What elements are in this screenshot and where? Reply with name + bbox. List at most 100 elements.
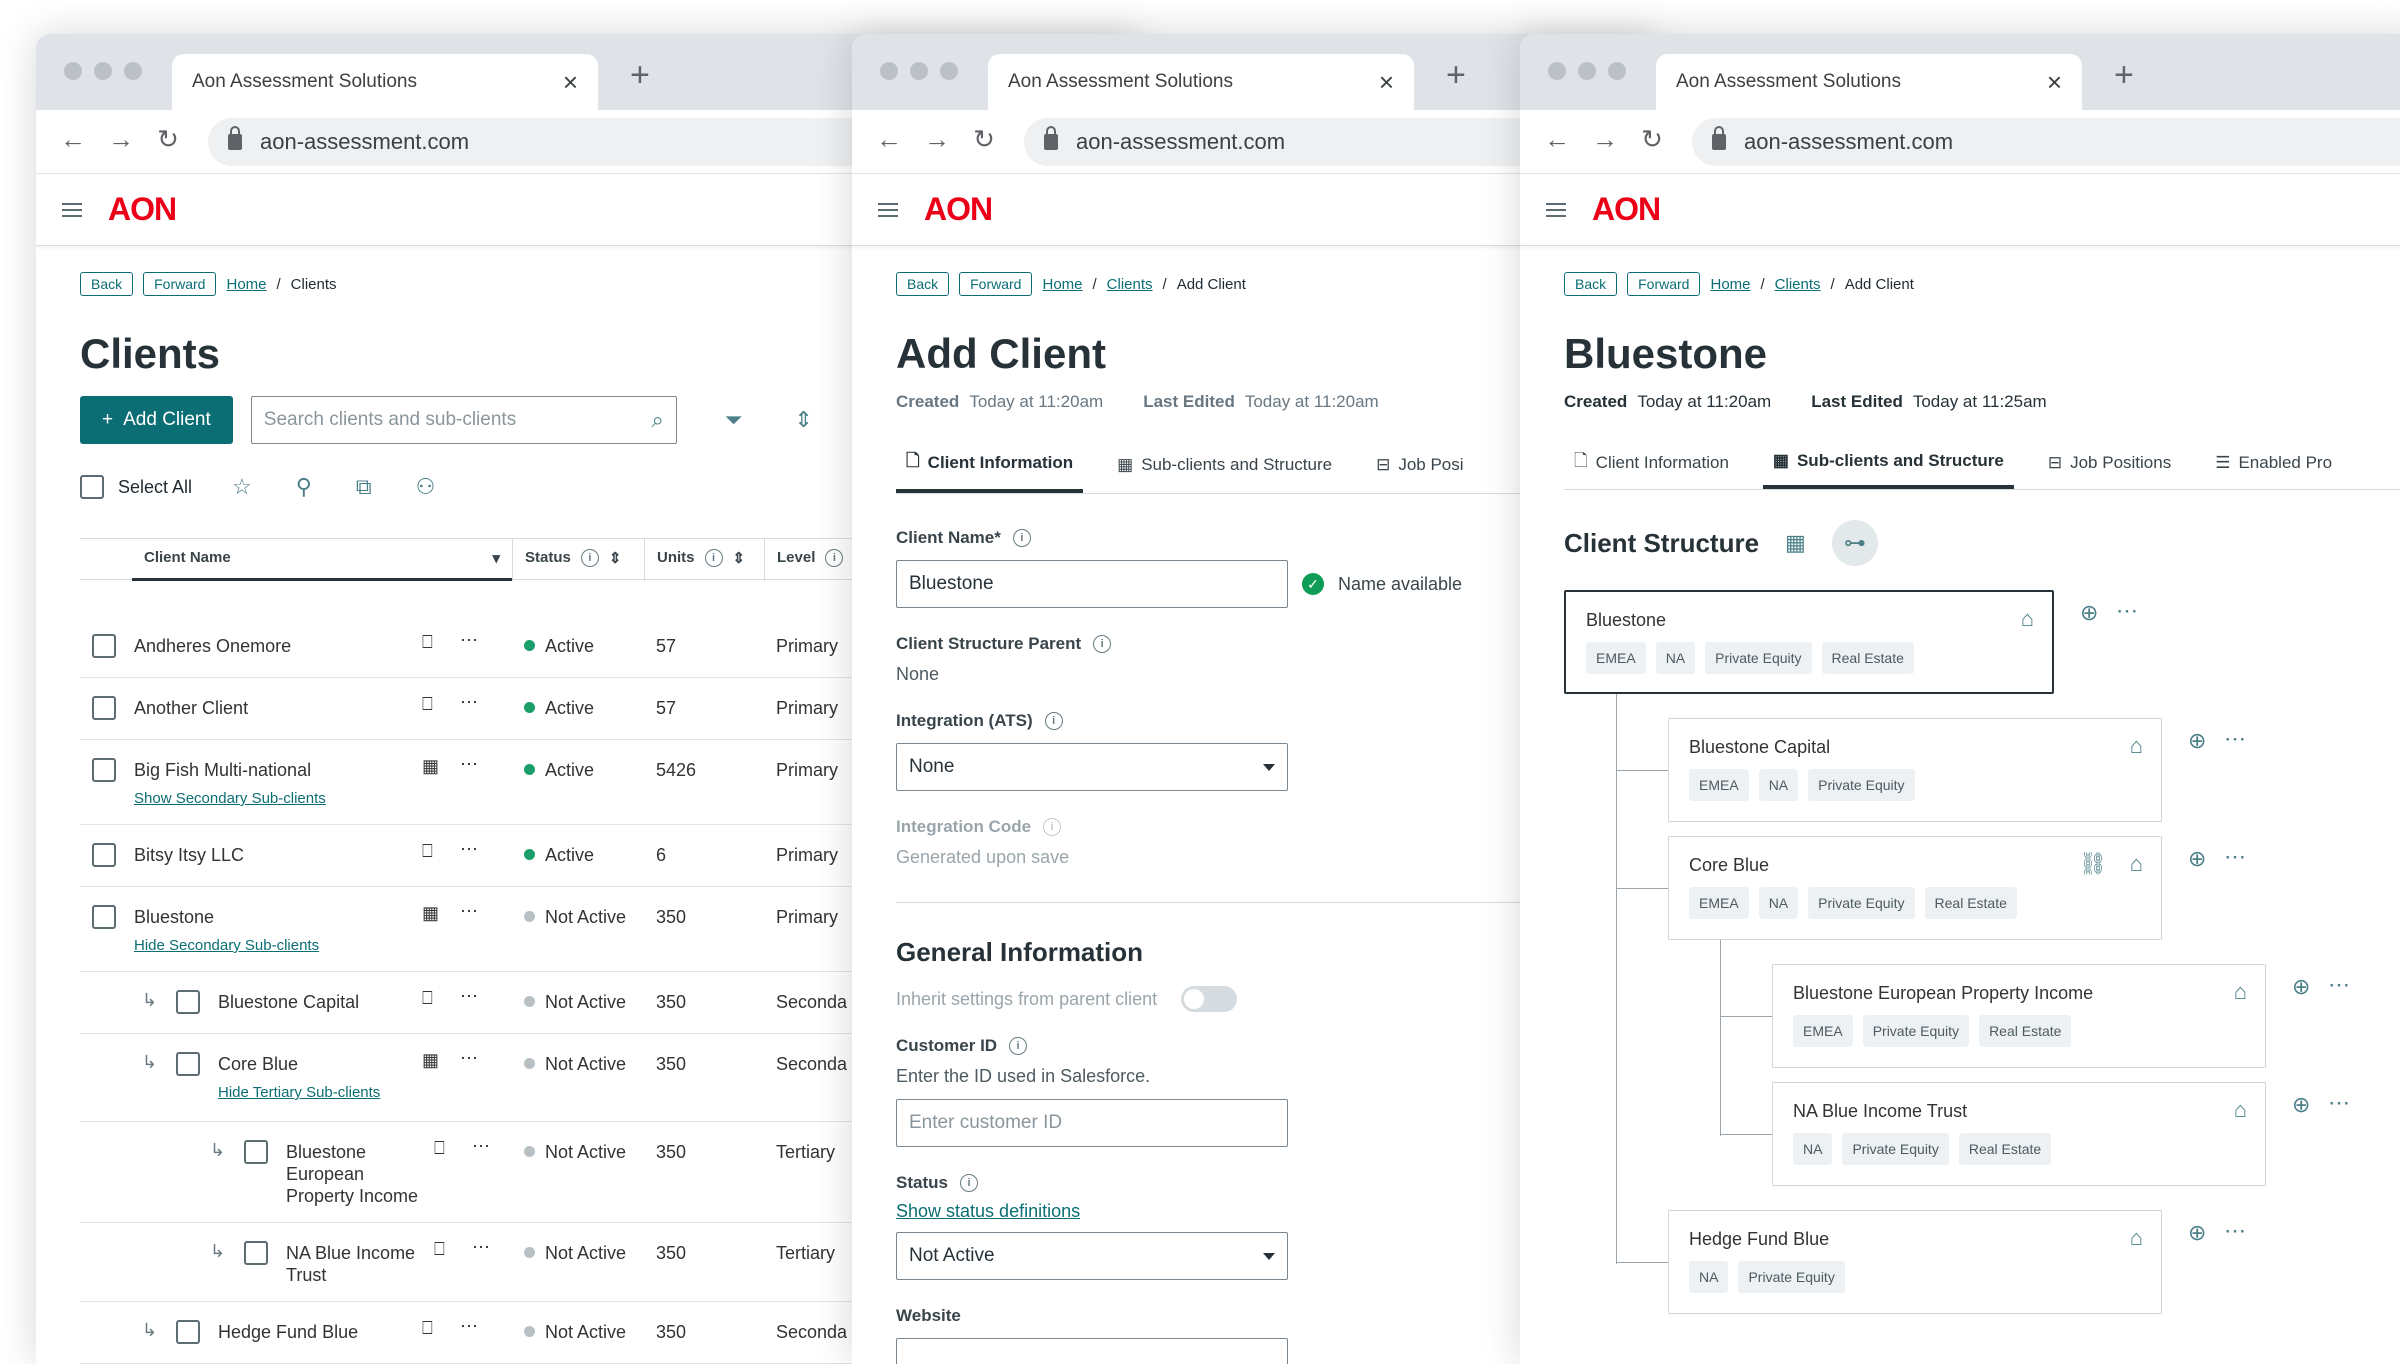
client-name[interactable]: Andheres Onemore [134, 636, 291, 657]
assign-user-icon[interactable]: ⚇ [416, 474, 436, 500]
client-name[interactable]: Hedge Fund Blue [218, 1322, 358, 1343]
integration-select[interactable]: None [896, 743, 1288, 791]
hamburger-menu-icon[interactable] [62, 202, 82, 217]
client-name[interactable]: NA Blue Income [286, 1243, 415, 1264]
add-child-icon[interactable]: ⊕ [2292, 974, 2310, 1000]
more-options-icon[interactable]: ⋯ [2116, 598, 2138, 624]
window-controls[interactable] [1548, 62, 1626, 80]
client-node[interactable]: NA Blue Income Trust ⌂ NA Private Equity R… [1772, 1082, 2266, 1186]
crumb-home[interactable]: Home [226, 276, 266, 293]
toggle-subclients-link[interactable]: Show Secondary Sub-clients [134, 790, 326, 807]
back-button[interactable]: Back [80, 272, 134, 296]
folder-icon[interactable]: ⎕ [422, 632, 433, 653]
customer-id-input[interactable]: Enter customer ID [896, 1099, 1288, 1147]
more-options-icon[interactable]: ⋯ [460, 1316, 478, 1337]
folder-icon[interactable]: ⎕ [422, 988, 433, 1009]
more-options-icon[interactable]: ⋯ [2224, 844, 2246, 870]
client-name[interactable]: Bluestone [134, 907, 214, 928]
more-options-icon[interactable]: ⋯ [472, 1136, 490, 1157]
column-client-name[interactable]: Client Name ▾ [132, 539, 512, 581]
tag-icon[interactable]: ⌂ [2130, 1225, 2143, 1251]
back-arrow-icon[interactable]: ← [60, 124, 86, 155]
add-client-button[interactable]: + Add Client [80, 396, 233, 444]
client-name[interactable]: Bluestone Capital [218, 992, 359, 1013]
url-bar[interactable]: aon-assessment.com [1692, 118, 2400, 166]
client-node[interactable]: Hedge Fund Blue ⌂ NA Private Equity [1668, 1210, 2162, 1314]
row-checkbox[interactable] [92, 696, 116, 720]
client-name[interactable]: Another Client [134, 698, 248, 719]
table-view-icon[interactable]: ▦ [1785, 530, 1806, 556]
close-tab-icon[interactable]: × [1379, 67, 1394, 98]
forward-button[interactable]: Forward [1627, 272, 1701, 296]
client-name[interactable]: Core Blue [218, 1054, 298, 1075]
more-options-icon[interactable]: ⋯ [460, 901, 478, 922]
more-options-icon[interactable]: ⋯ [2328, 1090, 2350, 1116]
star-icon[interactable]: ☆ [232, 474, 252, 500]
row-checkbox[interactable] [176, 1052, 200, 1076]
more-options-icon[interactable]: ⋯ [460, 754, 478, 775]
crumb-home[interactable]: Home [1042, 276, 1082, 293]
tag-icon[interactable]: ⌂ [2130, 733, 2143, 759]
tab-sub-clients[interactable]: ▦ Sub-clients and Structure [1762, 438, 2014, 489]
reload-icon[interactable]: ↻ [972, 124, 996, 155]
tree-view-icon[interactable]: ⊶ [1831, 520, 1878, 566]
client-name[interactable]: Bitsy Itsy LLC [134, 845, 244, 866]
tab-job-positions[interactable]: ⊟ Job Posi [1366, 438, 1473, 493]
add-child-icon[interactable]: ⊕ [2188, 846, 2206, 872]
reload-icon[interactable]: ↻ [1640, 124, 1664, 155]
hamburger-menu-icon[interactable] [1546, 202, 1566, 217]
tag-icon[interactable]: ⌂ [2234, 979, 2247, 1005]
toggle-subclients-link[interactable]: Hide Secondary Sub-clients [134, 937, 319, 954]
close-tab-icon[interactable]: × [563, 67, 578, 98]
row-checkbox[interactable] [176, 1320, 200, 1344]
toggle-subclients-link[interactable]: Hide Tertiary Sub-clients [218, 1084, 380, 1101]
more-options-icon[interactable]: ⋯ [2224, 726, 2246, 752]
back-button[interactable]: Back [1564, 272, 1618, 296]
copy-icon[interactable]: ⧉ [356, 474, 372, 500]
new-tab-icon[interactable]: + [1446, 56, 1466, 95]
more-options-icon[interactable]: ⋯ [2328, 972, 2350, 998]
back-button[interactable]: Back [896, 272, 950, 296]
client-node[interactable]: Core Blue ⛓ ⌂ EMEA NA Private Equity Real E… [1668, 836, 2162, 940]
add-child-icon[interactable]: ⊕ [2292, 1092, 2310, 1118]
client-name[interactable]: European [286, 1164, 364, 1185]
table-icon[interactable]: ▦ [422, 1050, 439, 1071]
crumb-home[interactable]: Home [1710, 276, 1750, 293]
tag-icon[interactable]: ⌂ [2130, 851, 2143, 877]
pin-icon[interactable]: ⚲ [296, 474, 312, 500]
window-controls[interactable] [880, 62, 958, 80]
search-input[interactable]: Search clients and sub-clients ⌕ [250, 396, 677, 444]
client-name[interactable]: Bluestone [286, 1142, 366, 1163]
crumb-clients[interactable]: Clients [1775, 276, 1821, 293]
tag-icon[interactable]: ⌂ [2234, 1097, 2247, 1123]
window-controls[interactable] [64, 62, 142, 80]
website-input[interactable] [896, 1338, 1288, 1364]
table-icon[interactable]: ▦ [422, 903, 439, 924]
forward-arrow-icon[interactable]: → [1592, 124, 1618, 155]
inherit-toggle[interactable] [1181, 986, 1238, 1012]
new-tab-icon[interactable]: + [2114, 56, 2134, 95]
client-name-input[interactable]: Bluestone [896, 560, 1288, 608]
tab-sub-clients[interactable]: ▦ Sub-clients and Structure [1107, 438, 1342, 493]
more-options-icon[interactable]: ⋯ [460, 692, 478, 713]
row-checkbox[interactable] [92, 905, 116, 929]
tab-job-positions[interactable]: ⊟ Job Positions [2038, 438, 2181, 489]
tag-icon[interactable]: ⌂ [2021, 606, 2034, 632]
hamburger-menu-icon[interactable] [878, 202, 898, 217]
expand-collapse-icon[interactable]: ⇕ [794, 407, 812, 433]
table-icon[interactable]: ▦ [422, 756, 439, 777]
tab-client-information[interactable]: 🗋 Client Information [1564, 438, 1739, 489]
back-arrow-icon[interactable]: ← [1544, 124, 1570, 155]
row-checkbox[interactable] [92, 758, 116, 782]
folder-icon[interactable]: ⎕ [434, 1138, 445, 1159]
forward-button[interactable]: Forward [959, 272, 1033, 296]
close-tab-icon[interactable]: × [2047, 67, 2062, 98]
column-units[interactable]: Units i ⇕ [644, 539, 764, 581]
forward-arrow-icon[interactable]: → [108, 124, 134, 155]
client-node[interactable]: Bluestone European Property Income ⌂ EME… [1772, 964, 2266, 1068]
row-checkbox[interactable] [244, 1241, 268, 1265]
crumb-clients[interactable]: Clients [1107, 276, 1153, 293]
browser-tab[interactable]: Aon Assessment Solutions × [172, 54, 598, 110]
filter-icon[interactable]: ⏷ [725, 407, 743, 433]
status-definitions-link[interactable]: Show status definitions [896, 1201, 1080, 1221]
